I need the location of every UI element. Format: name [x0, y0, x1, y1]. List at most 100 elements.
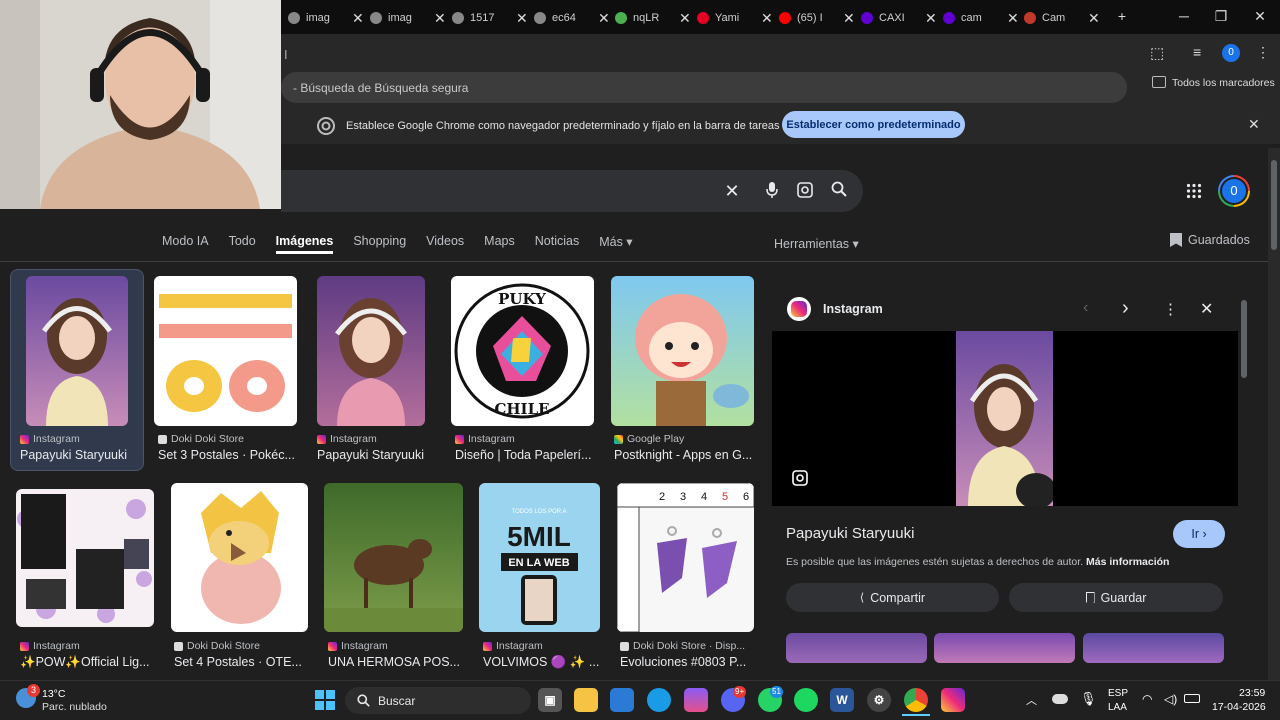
- result-source[interactable]: Instagram: [455, 433, 515, 445]
- file-explorer-icon[interactable]: [574, 688, 598, 712]
- close-tab-icon[interactable]: ✕: [598, 10, 610, 27]
- preview-image[interactable]: [956, 331, 1053, 506]
- more-options-icon[interactable]: ⋮: [1163, 300, 1178, 318]
- result-title[interactable]: Diseño | Toda Papelerí...: [455, 448, 595, 462]
- account-avatar[interactable]: 0: [1218, 175, 1250, 207]
- tab-5[interactable]: nqLR ✕: [615, 6, 691, 30]
- result-thumb-3[interactable]: [317, 276, 425, 426]
- result-title[interactable]: ✨POW✨Official Lig...: [20, 655, 160, 670]
- lens-icon[interactable]: [795, 181, 815, 201]
- nav-tab-6[interactable]: Maps: [484, 234, 515, 254]
- result-title[interactable]: Postknight - Apps en G...: [614, 448, 754, 462]
- apps-grid-icon[interactable]: [1186, 183, 1202, 199]
- result-title[interactable]: Set 3 Postales · Pokéc...: [158, 448, 298, 462]
- result-source[interactable]: Instagram: [20, 433, 80, 445]
- tab-10[interactable]: Cam ✕: [1024, 6, 1100, 30]
- tab-7[interactable]: (65) I ✕: [779, 6, 855, 30]
- tab-3[interactable]: 1517 ✕: [452, 6, 528, 30]
- clock-date[interactable]: 17-04-2026: [1212, 701, 1266, 713]
- edge-icon[interactable]: [647, 688, 671, 712]
- mic-tray-icon[interactable]: 🎙︎: [1080, 691, 1097, 707]
- result-source[interactable]: Google Play: [614, 433, 684, 445]
- taskbar-search[interactable]: Buscar: [345, 687, 531, 714]
- result-source[interactable]: Instagram: [317, 433, 377, 445]
- close-tab-icon[interactable]: ✕: [761, 10, 773, 27]
- saved-button[interactable]: Guardados: [1188, 233, 1250, 247]
- tab-6[interactable]: Yami ✕: [697, 6, 773, 30]
- close-tab-icon[interactable]: ✕: [679, 10, 691, 27]
- result-source[interactable]: Instagram: [20, 640, 80, 652]
- start-icon[interactable]: [315, 690, 335, 710]
- close-tab-icon[interactable]: ✕: [925, 10, 937, 27]
- go-button[interactable]: Ir ›: [1173, 520, 1225, 548]
- result-title[interactable]: UNA HERMOSA POS...: [328, 655, 463, 669]
- result-thumb-1[interactable]: [26, 276, 128, 426]
- tab-2[interactable]: imag ✕: [370, 6, 446, 30]
- nav-tab-1[interactable]: Modo IA: [162, 234, 209, 254]
- result-thumb-6[interactable]: [16, 489, 154, 627]
- clear-search-icon[interactable]: ✕: [722, 181, 742, 201]
- result-thumb-2[interactable]: [154, 276, 297, 426]
- reading-list-icon[interactable]: ≡: [1193, 44, 1201, 60]
- close-tab-icon[interactable]: ✕: [352, 10, 364, 27]
- instagram-taskbar-icon[interactable]: [941, 688, 965, 712]
- panel-title[interactable]: Papayuki Staryuuki: [786, 525, 914, 542]
- result-thumb-5[interactable]: [611, 276, 754, 426]
- result-thumb-9[interactable]: TODOS LOS POR A 5MIL EN LA WEB: [479, 483, 600, 632]
- close-infobar-icon[interactable]: ✕: [1248, 116, 1260, 133]
- lang-primary[interactable]: ESP: [1108, 688, 1128, 699]
- task-view-icon[interactable]: ▣: [538, 688, 562, 712]
- tab-8[interactable]: CAXI ✕: [861, 6, 937, 30]
- more-info-link[interactable]: Más información: [1086, 556, 1169, 568]
- lens-search-icon[interactable]: [791, 469, 809, 487]
- result-title[interactable]: VOLVIMOS 🟣 ✨ ...: [483, 655, 603, 670]
- close-tab-icon[interactable]: ✕: [843, 10, 855, 27]
- store-icon[interactable]: [610, 688, 634, 712]
- close-tab-icon[interactable]: ✕: [1088, 10, 1100, 27]
- profile-avatar[interactable]: 0: [1222, 44, 1240, 62]
- all-bookmarks-label[interactable]: Todos los marcadores: [1172, 77, 1275, 89]
- weather-desc[interactable]: Parc. nublado: [42, 701, 107, 713]
- minimize-icon[interactable]: ─: [1174, 8, 1194, 24]
- wifi-icon[interactable]: ◠: [1142, 692, 1152, 706]
- settings-icon[interactable]: ⚙: [867, 688, 891, 712]
- lang-secondary[interactable]: LAA: [1108, 702, 1127, 713]
- result-thumb-10[interactable]: 2 3 4 5 6: [617, 483, 754, 632]
- result-title[interactable]: Papayuki Staryuuki: [20, 448, 140, 462]
- close-tab-icon[interactable]: ✕: [516, 10, 528, 27]
- nav-tab-7[interactable]: Noticias: [535, 234, 579, 254]
- result-thumb-7[interactable]: [171, 483, 308, 632]
- nav-tab-3[interactable]: Imágenes: [275, 234, 334, 254]
- omnibox[interactable]: - Búsqueda de Búsqueda segura: [281, 72, 1127, 103]
- extensions-icon[interactable]: ⬚: [1150, 44, 1164, 62]
- spotify-icon[interactable]: [794, 688, 818, 712]
- related-thumb-1[interactable]: [786, 633, 927, 663]
- page-scrollbar[interactable]: [1271, 160, 1277, 250]
- nav-tab-5[interactable]: Videos: [426, 234, 464, 254]
- chrome-taskbar-icon[interactable]: [904, 688, 928, 712]
- menu-icon[interactable]: ⋮: [1256, 44, 1270, 61]
- related-thumb-3[interactable]: [1083, 633, 1224, 663]
- microphone-icon[interactable]: [762, 181, 782, 201]
- next-icon[interactable]: ›: [1122, 297, 1129, 320]
- prev-icon[interactable]: ‹: [1083, 299, 1088, 317]
- restore-icon[interactable]: ❐: [1211, 8, 1231, 25]
- volume-icon[interactable]: ◁): [1164, 692, 1177, 706]
- onedrive-icon[interactable]: [1052, 694, 1068, 704]
- result-source[interactable]: Doki Doki Store: [158, 433, 244, 445]
- close-tab-icon[interactable]: ✕: [1007, 10, 1019, 27]
- tab-4[interactable]: ec64 ✕: [534, 6, 610, 30]
- result-source[interactable]: Doki Doki Store: [174, 640, 260, 652]
- nav-tab-4[interactable]: Shopping: [353, 234, 406, 254]
- weather-temp[interactable]: 13°C: [42, 688, 65, 700]
- battery-icon[interactable]: [1184, 694, 1200, 703]
- show-hidden-icons[interactable]: ︿: [1026, 692, 1037, 708]
- related-thumb-2[interactable]: [934, 633, 1075, 663]
- nav-tab-8[interactable]: Más ▾: [599, 234, 632, 254]
- tools-button[interactable]: Herramientas ▾: [774, 236, 859, 251]
- tab-1[interactable]: imag ✕: [288, 6, 364, 30]
- panel-scrollbar[interactable]: [1241, 300, 1247, 378]
- new-tab-button[interactable]: +: [1112, 8, 1132, 24]
- result-title[interactable]: Evoluciones #0803 P...: [620, 655, 760, 669]
- tab-9[interactable]: cam ✕: [943, 6, 1019, 30]
